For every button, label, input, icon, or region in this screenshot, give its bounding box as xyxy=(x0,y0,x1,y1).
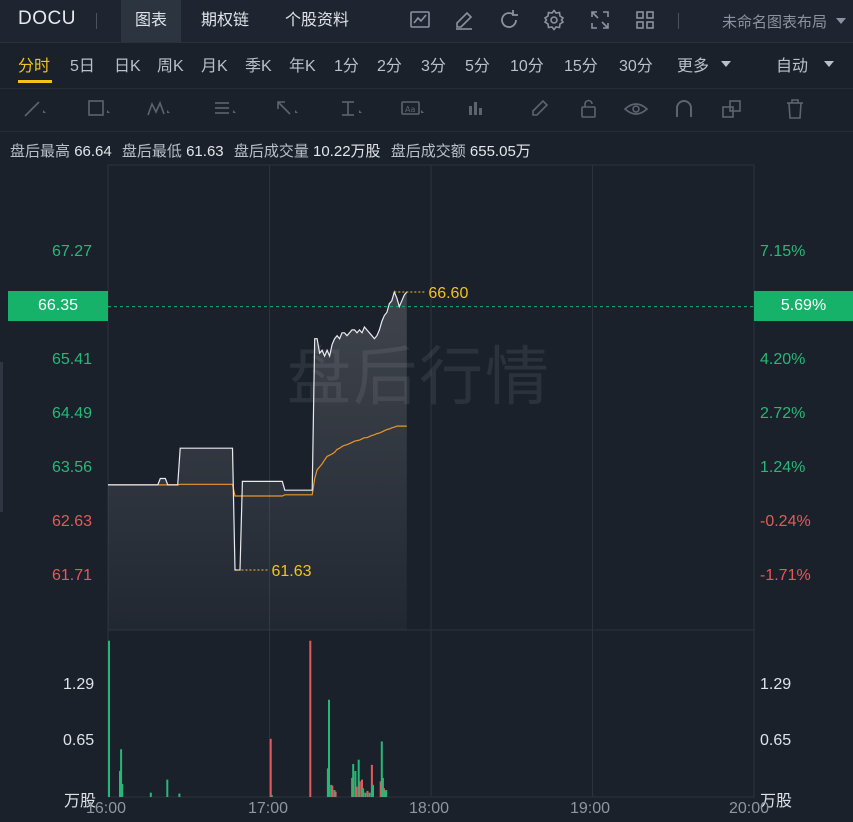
volume-bar xyxy=(334,791,337,797)
watermark-text: 盘后行情 xyxy=(287,341,551,415)
time-tick: 20:00 xyxy=(729,800,770,817)
pct-tick: 4.20% xyxy=(760,351,806,368)
volume-bar xyxy=(309,640,312,797)
volume-tick: 1.29 xyxy=(760,676,792,693)
current-pct-badge: 5.69% xyxy=(754,291,853,321)
volume-bar xyxy=(270,795,273,797)
volume-bar xyxy=(358,781,361,797)
volume-bar xyxy=(366,790,369,797)
pct-tick: -0.24% xyxy=(760,513,811,530)
volume-bar xyxy=(372,784,374,797)
volume-bar xyxy=(328,699,330,797)
price-tick: 65.41 xyxy=(52,351,93,368)
price-tick: 67.27 xyxy=(52,243,93,260)
volume-bar xyxy=(385,790,388,797)
current-price-badge: 66.35 xyxy=(8,291,108,321)
volume-bar xyxy=(368,792,371,797)
pct-tick: -1.71% xyxy=(760,567,811,584)
volume-tick: 0.65 xyxy=(63,732,95,749)
time-tick: 19:00 xyxy=(570,800,611,817)
pct-tick: 7.15% xyxy=(760,243,806,260)
price-tick: 62.63 xyxy=(52,513,93,530)
volume-bar xyxy=(149,792,152,797)
low-marker-label: 61.63 xyxy=(271,563,311,580)
volume-bar xyxy=(121,783,124,797)
volume-bar xyxy=(355,786,358,797)
price-tick: 63.56 xyxy=(52,459,93,476)
volume-tick: 0.65 xyxy=(760,732,792,749)
volume-bar xyxy=(269,738,272,797)
volume-bar xyxy=(178,793,181,797)
volume-bar xyxy=(331,785,334,797)
volume-bar xyxy=(108,640,110,797)
volume-bar xyxy=(362,788,365,797)
volume-bar xyxy=(364,792,367,797)
price-tick: 61.71 xyxy=(52,567,93,584)
time-tick: 17:00 xyxy=(248,800,289,817)
price-tick: 64.49 xyxy=(52,405,93,422)
volume-tick: 1.29 xyxy=(63,676,95,693)
time-tick: 18:00 xyxy=(409,800,450,817)
high-marker-label: 66.60 xyxy=(428,285,468,302)
volume-bar xyxy=(166,779,169,797)
volume-bar xyxy=(352,764,355,797)
time-tick: 16:00 xyxy=(86,800,127,817)
pct-tick: 1.24% xyxy=(760,459,806,476)
pct-tick: 2.72% xyxy=(760,405,806,422)
